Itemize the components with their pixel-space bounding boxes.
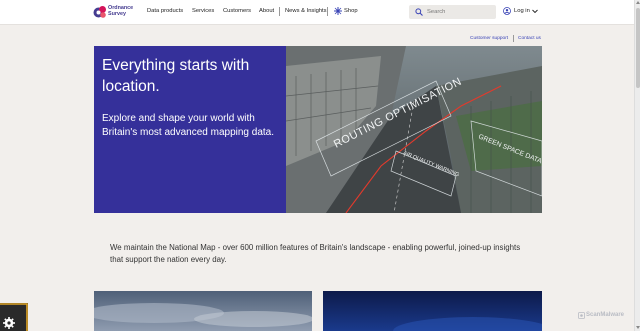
search-icon	[415, 8, 423, 16]
login-button[interactable]: Log in	[503, 7, 541, 17]
hero-panel: Everything starts with location. Explore…	[94, 46, 286, 213]
utility-divider	[513, 35, 514, 42]
search-input[interactable]: Search	[427, 9, 445, 15]
hero-city-illustration: ROUTING OPTIMISATION AIR QUALITY WARNING…	[286, 46, 542, 213]
feature-card-image[interactable]	[323, 291, 542, 331]
scanmalware-watermark: ScanMalware	[578, 311, 634, 321]
cookie-gear-icon	[0, 303, 28, 331]
nav-customers[interactable]: Customers	[223, 8, 251, 14]
hero-image: ROUTING OPTIMISATION AIR QUALITY WARNING…	[286, 46, 542, 213]
os-logo[interactable]: Ordnance Survey	[93, 5, 141, 20]
hero-title: Everything starts with location.	[102, 57, 250, 95]
logo-wordmark: Ordnance Survey	[108, 5, 133, 17]
nav-about[interactable]: About	[259, 8, 274, 14]
logo-text-line2: Survey	[108, 10, 126, 17]
card-night-image	[323, 291, 542, 331]
os-logo-icon	[93, 6, 106, 18]
page-scrollbar[interactable]	[634, 0, 640, 331]
nav-divider	[279, 7, 280, 16]
login-label: Log in	[514, 8, 530, 14]
nav-services[interactable]: Services	[192, 8, 214, 14]
scroll-thumb[interactable]	[636, 8, 640, 88]
feature-card-image[interactable]	[94, 291, 312, 331]
nav-shop[interactable]: Shop	[344, 8, 358, 14]
cookie-settings-button[interactable]	[0, 303, 28, 331]
scroll-down-arrow[interactable]	[636, 326, 640, 329]
intro-text: We maintain the National Map - over 600 …	[110, 243, 521, 264]
nav-divider	[327, 7, 328, 16]
search-box[interactable]: Search	[409, 5, 496, 19]
chevron-down-icon	[532, 9, 538, 14]
watermark-text: ScanMalware	[586, 312, 625, 318]
card-sky-image	[94, 291, 312, 331]
customer-support-link[interactable]: Customer support	[470, 36, 508, 41]
user-icon	[503, 7, 511, 15]
shop-icon	[334, 7, 342, 15]
scroll-up-arrow[interactable]	[636, 1, 640, 4]
site-header: Ordnance Survey Data products Services C…	[0, 0, 640, 25]
nav-news-insights[interactable]: News & Insights	[285, 8, 327, 14]
nav-data-products[interactable]: Data products	[147, 8, 183, 14]
scanmalware-icon	[578, 312, 585, 319]
contact-us-link[interactable]: Contact us	[518, 36, 541, 41]
hero-subtitle: Explore and shape your world with Britai…	[102, 113, 275, 138]
